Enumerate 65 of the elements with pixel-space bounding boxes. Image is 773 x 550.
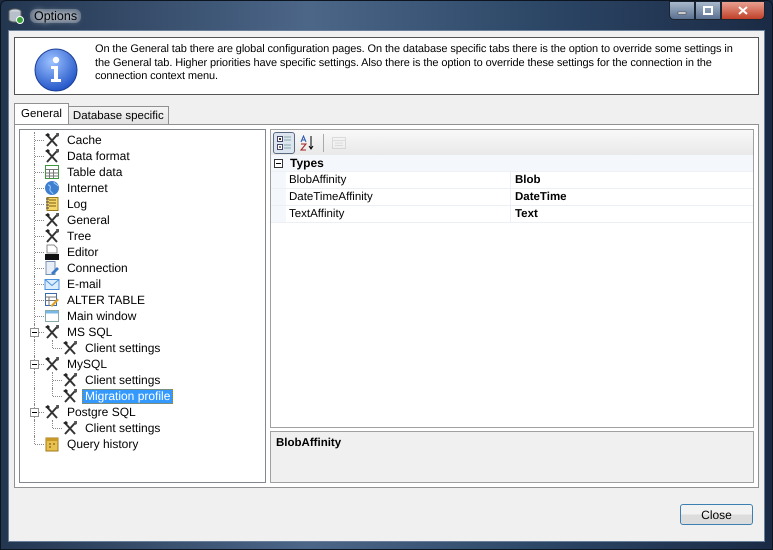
maximize-icon <box>703 6 713 15</box>
tools-icon <box>44 132 60 148</box>
tools-icon <box>62 388 78 404</box>
table-icon <box>44 164 60 180</box>
sort-icon <box>300 134 316 150</box>
tab[interactable]: Database specific <box>68 106 169 124</box>
property-name[interactable]: DateTimeAffinity <box>286 189 511 205</box>
property-value[interactable]: DateTime <box>511 191 567 203</box>
maximize-button[interactable] <box>695 1 721 20</box>
tree-item[interactable]: ALTER TABLE <box>64 292 148 308</box>
tree-item[interactable]: Postgre SQL <box>64 404 139 420</box>
collapse-icon[interactable] <box>30 360 39 369</box>
tree-item[interactable]: MS SQL <box>64 324 116 340</box>
tools-icon <box>44 228 60 244</box>
tree-item[interactable]: Client settings <box>82 372 164 388</box>
envelope-icon <box>44 276 60 292</box>
property-value[interactable]: Text <box>511 208 538 220</box>
table-edit-icon <box>44 292 60 308</box>
notepad-icon <box>44 196 60 212</box>
tree-item[interactable]: Internet <box>64 180 111 196</box>
tools-icon <box>44 324 60 340</box>
collapse-icon[interactable] <box>30 408 39 417</box>
tools-icon <box>44 148 60 164</box>
categorized-button[interactable] <box>273 132 295 154</box>
tree-item[interactable]: Query history <box>64 436 142 452</box>
tree-item[interactable]: Table data <box>64 164 126 180</box>
tree-item[interactable]: Cache <box>64 132 105 148</box>
tree-item[interactable]: Client settings <box>82 420 164 436</box>
sql-file-icon <box>44 244 60 260</box>
tab[interactable]: General <box>14 103 69 124</box>
tools-icon <box>44 404 60 420</box>
collapse-icon[interactable] <box>274 158 283 168</box>
tree-item[interactable]: Main window <box>64 308 140 324</box>
minimize-button[interactable] <box>669 1 695 20</box>
calendar-icon <box>44 436 60 452</box>
close-button[interactable] <box>721 1 765 20</box>
property-name[interactable]: BlobAffinity <box>286 172 511 188</box>
property-name[interactable]: TextAffinity <box>286 206 511 222</box>
tree-item[interactable]: Connection <box>64 260 131 276</box>
tree-item[interactable]: Data format <box>64 148 133 164</box>
info-text: On the General tab there are global configuration pages. On the database specific tabs there is the option to override some settings in the General tab. Higher priorities have specific settings. Also there is the option to override these settings for the connection in the connection context menu. <box>95 43 734 84</box>
tree-item[interactable]: E-mail <box>64 276 104 292</box>
close-dialog-button[interactable]: Close <box>680 504 753 525</box>
close-icon <box>738 6 748 15</box>
collapse-icon[interactable] <box>30 328 39 337</box>
globe-icon <box>44 180 60 196</box>
property-value[interactable]: Blob <box>511 174 541 186</box>
database-icon <box>8 8 24 24</box>
tools-icon <box>62 340 78 356</box>
tree-item[interactable]: Editor <box>64 244 102 260</box>
category-label: Types <box>290 156 324 170</box>
connection-icon <box>44 260 60 276</box>
property-pages-icon <box>331 134 347 150</box>
tree-item[interactable]: Log <box>64 196 90 212</box>
tree-item[interactable]: Client settings <box>82 340 164 356</box>
window-icon <box>44 308 60 324</box>
tree-item[interactable]: Tree <box>64 228 94 244</box>
tools-icon <box>62 372 78 388</box>
tree-item[interactable]: MySQL <box>64 356 110 372</box>
description-title: BlobAffinity <box>276 437 342 449</box>
tools-icon <box>44 356 60 372</box>
tools-icon <box>62 420 78 436</box>
tree-item[interactable]: General <box>64 212 113 228</box>
categorized-icon <box>276 134 292 150</box>
tools-icon <box>44 212 60 228</box>
